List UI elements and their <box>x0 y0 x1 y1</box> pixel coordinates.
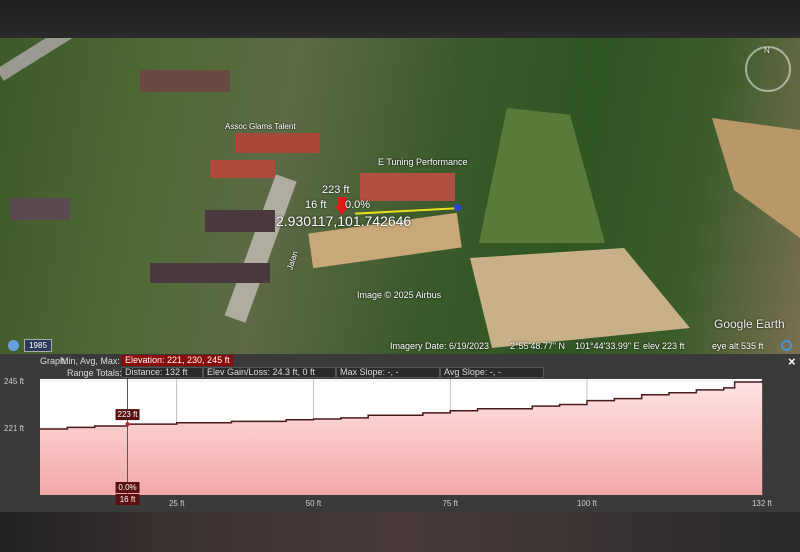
x-tick-label: 25 ft <box>169 499 185 508</box>
x-tick-label: 100 ft <box>577 499 598 508</box>
y-tick-label: 245 ft <box>4 377 25 386</box>
bottom-strip <box>0 512 800 552</box>
x-tick-label: 75 ft <box>442 499 458 508</box>
cursor-elevation-label: 223 ft <box>118 410 139 419</box>
x-tick-label: 50 ft <box>306 499 322 508</box>
y-tick-label: 221 ft <box>4 424 25 433</box>
cursor-slope-label: 0.0% <box>118 483 136 492</box>
cursor-distance-label: 16 ft <box>120 495 136 504</box>
cursor-point <box>125 422 130 427</box>
x-tick-label: 132 ft <box>752 499 773 508</box>
elevation-chart[interactable]: 25 ft 50 ft 75 ft 100 ft 132 ft 245 ft 221 ft 2… <box>0 0 800 512</box>
